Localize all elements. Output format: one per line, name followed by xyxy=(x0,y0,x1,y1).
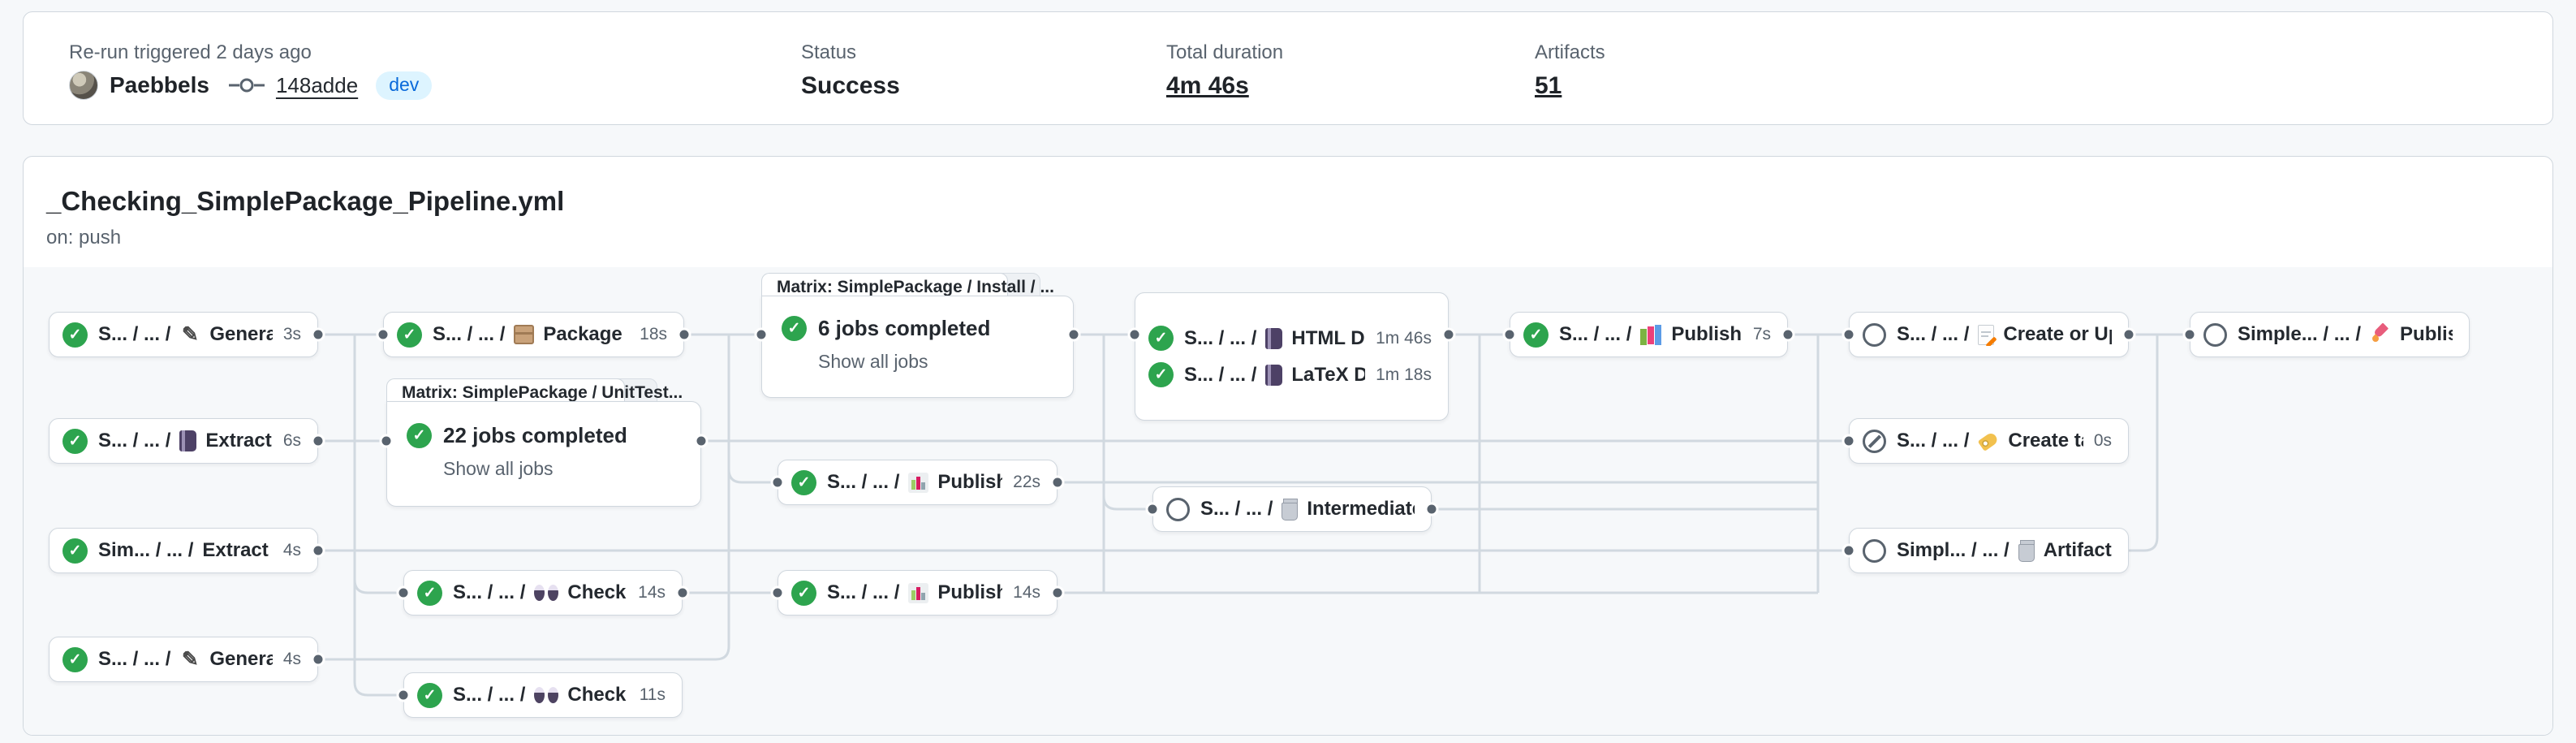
status-label: Status xyxy=(801,41,856,64)
workflow-title: _Checking_SimplePackage_Pipeline.yml xyxy=(46,186,564,217)
skipped-status-icon xyxy=(1863,430,1886,453)
package-icon xyxy=(514,325,534,344)
matrix-summary: 6 jobs completed xyxy=(818,316,990,341)
trash-icon xyxy=(2018,544,2035,562)
workflow-trigger: on: push xyxy=(46,227,121,249)
job-card-create-or-update-release[interactable]: S... / ... /Create or Update R... xyxy=(1849,312,2129,357)
notebook-icon xyxy=(179,430,196,451)
success-icon: ✓ xyxy=(417,581,442,606)
books-icon xyxy=(1640,325,1662,345)
job-card-publish-to-gh-pages[interactable]: ✓ S... / ... /Publish to GH-P... 7s xyxy=(1510,312,1788,357)
job-card-artifact-cleanup[interactable]: Simpl... / ... /Artifact Cleanup xyxy=(1849,528,2129,573)
job-duration: 22s xyxy=(1013,473,1040,492)
neutral-status-icon xyxy=(1863,539,1886,563)
eyes-icon xyxy=(534,585,558,601)
duration-value[interactable]: 4m 46s xyxy=(1166,72,1249,100)
job-card-check-documentation[interactable]: ✓ S... / ... /Check docume... 11s xyxy=(403,672,683,718)
job-card-create-tag[interactable]: S... / ... /Create tag '${{ in... 0s xyxy=(1849,418,2129,464)
show-all-jobs-link[interactable]: Show all jobs xyxy=(443,458,554,480)
rocket-icon xyxy=(2370,324,2391,345)
job-card-extract-information[interactable]: ✓ Sim... / ... /Extract Information 4s xyxy=(49,528,318,573)
job-card-generate-pipeline-2[interactable]: ✓ S... / ... /Generate pipelin... 4s xyxy=(49,637,318,682)
job-duration: 14s xyxy=(1013,583,1040,603)
success-icon: ✓ xyxy=(62,538,88,564)
bar-chart-icon xyxy=(908,473,928,493)
job-card-check-static-typing[interactable]: ✓ S... / ... /Check Static Ty... 14s xyxy=(403,570,683,616)
pencil-icon xyxy=(179,649,200,670)
success-icon: ✓ xyxy=(417,683,442,708)
job-duration: 1m 46s xyxy=(1376,329,1432,348)
branch-badge[interactable]: dev xyxy=(376,71,432,100)
neutral-status-icon xyxy=(2203,323,2227,347)
status-value: Success xyxy=(801,72,900,100)
bar-chart-icon xyxy=(908,583,928,603)
job-duration: 6s xyxy=(283,431,301,451)
artifacts-count[interactable]: 51 xyxy=(1535,72,1562,100)
job-card-package-in-source[interactable]: ✓ S... / ... /Package in Sou... 18s xyxy=(383,312,684,357)
success-icon: ✓ xyxy=(62,647,88,672)
commit-sha-link[interactable]: 148adde xyxy=(276,73,358,98)
actor-name[interactable]: Paebbels xyxy=(110,72,209,98)
job-card-generate-pipeline-1[interactable]: ✓ S... / ... /Generate pipelin... 3s xyxy=(49,312,318,357)
job-card-publish-test-results[interactable]: ✓ S... / ... /Publish Test Re... 14s xyxy=(778,570,1058,616)
rerun-label: Re-run triggered 2 days ago xyxy=(69,41,312,64)
matrix-group-install[interactable]: Matrix: SimplePackage / Install / ... ✓ … xyxy=(761,273,1074,398)
actor-row: Paebbels 148adde dev xyxy=(69,71,432,100)
job-row-html-documentation[interactable]: ✓ S... / ... /HTML Docu... 1m 46s xyxy=(1148,326,1432,351)
avatar[interactable] xyxy=(69,71,98,100)
artifacts-label: Artifacts xyxy=(1535,41,1605,64)
success-icon: ✓ xyxy=(397,322,422,348)
neutral-status-icon xyxy=(1166,498,1190,521)
job-card-intermediate-artifacts[interactable]: S... / ... /Intermediate Artifa... xyxy=(1152,486,1432,532)
job-duration: 4s xyxy=(283,541,301,560)
success-icon: ✓ xyxy=(1148,362,1174,387)
job-duration: 7s xyxy=(1753,325,1771,344)
success-icon: ✓ xyxy=(791,470,816,495)
neutral-status-icon xyxy=(1863,323,1886,347)
job-duration: 1m 18s xyxy=(1376,365,1432,385)
duration-label: Total duration xyxy=(1166,41,1283,64)
job-duration: 4s xyxy=(283,650,301,669)
job-card-publish-code-coverage[interactable]: ✓ S... / ... /Publish Code C... 22s xyxy=(778,460,1058,505)
success-icon: ✓ xyxy=(782,316,807,341)
show-all-jobs-link[interactable]: Show all jobs xyxy=(818,351,928,373)
memo-icon xyxy=(1978,325,1994,345)
matrix-group-unittest[interactable]: Matrix: SimplePackage / UnitTest... ✓ 22… xyxy=(386,378,701,507)
success-icon: ✓ xyxy=(1523,322,1549,348)
job-duration: 3s xyxy=(283,325,301,344)
tag-icon xyxy=(1978,431,2000,451)
success-icon: ✓ xyxy=(791,581,816,606)
job-duration: 18s xyxy=(640,325,667,344)
job-row-latex-documentation[interactable]: ✓ S... / ... /LaTeX Docu... 1m 18s xyxy=(1148,362,1432,387)
notebook-icon xyxy=(1265,365,1282,386)
git-commit-icon xyxy=(229,76,265,95)
job-duration: 14s xyxy=(638,583,666,603)
job-duration: 11s xyxy=(640,685,666,705)
success-icon: ✓ xyxy=(62,322,88,348)
success-icon: ✓ xyxy=(407,423,432,448)
job-card-extract-configurations[interactable]: ✓ S... / ... /Extract configur... 6s xyxy=(49,418,318,464)
matrix-summary: 22 jobs completed xyxy=(443,423,627,448)
trash-icon xyxy=(1282,503,1298,521)
notebook-icon xyxy=(1265,328,1282,349)
eyes-icon xyxy=(534,687,558,703)
job-group-documentation[interactable]: ✓ S... / ... /HTML Docu... 1m 46s ✓ S...… xyxy=(1135,292,1449,421)
run-summary-card: Re-run triggered 2 days ago Paebbels 148… xyxy=(23,11,2553,125)
job-duration: 0s xyxy=(2094,431,2112,451)
success-icon: ✓ xyxy=(62,429,88,454)
job-card-publish-to-pypi[interactable]: Simple... / ... /Publish to PyPI xyxy=(2190,312,2470,357)
success-icon: ✓ xyxy=(1148,326,1174,351)
pencil-icon xyxy=(179,324,200,345)
